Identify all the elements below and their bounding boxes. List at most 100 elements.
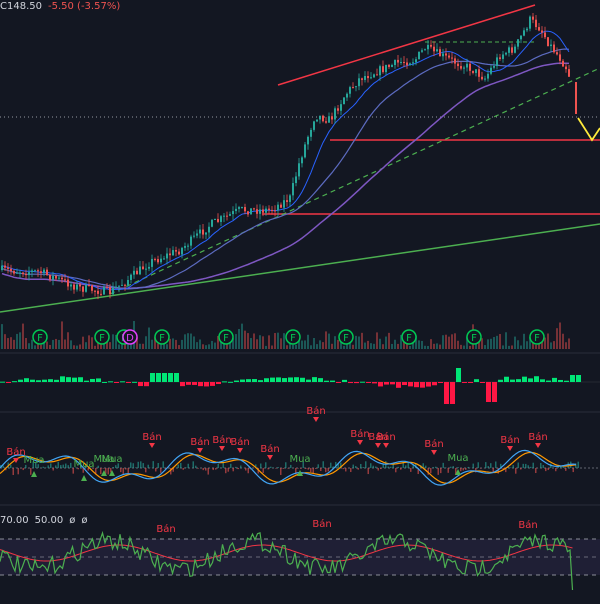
candle-body (91, 285, 93, 290)
osc-buy-signal-label: Mua (447, 453, 468, 464)
macd-histogram-bar (408, 382, 413, 386)
event-marker-label: F (343, 333, 349, 344)
candle-body (217, 219, 219, 222)
osc-histogram-bar (113, 467, 115, 468)
macd-histogram-bar (438, 382, 443, 383)
osc-histogram-bar (265, 462, 267, 468)
chart-root[interactable]: FFFDFFFFFFF BánBánBánBánBánBánBánBánBánB… (0, 0, 600, 600)
osc-histogram-bar (100, 468, 102, 474)
candle-body (575, 82, 577, 114)
osc-histogram-bar (240, 466, 242, 468)
volume-bar (55, 339, 57, 349)
osc-histogram-bar (103, 468, 105, 469)
macd-histogram-bar (156, 373, 161, 382)
macd-histogram-bar (138, 382, 143, 386)
macd-histogram-bar (174, 373, 179, 382)
macd-histogram-bar (186, 382, 191, 385)
osc-histogram-bar (518, 463, 520, 468)
last-price-label: C148.50 (0, 1, 42, 12)
candle-body (337, 108, 339, 110)
candle-body (379, 66, 381, 75)
candle-body (136, 271, 138, 275)
osc-histogram-bar (23, 468, 25, 470)
candle-body (502, 55, 504, 59)
volume-bar (355, 336, 357, 349)
macd-histogram-bar (414, 382, 419, 387)
candle-body (499, 57, 501, 59)
osc-histogram-bar (235, 467, 237, 468)
volume-bar (271, 346, 273, 349)
osc-histogram-bar (395, 468, 397, 472)
candle-body (478, 69, 480, 77)
macd-histogram-bar (390, 382, 395, 384)
osc-histogram-bar (10, 465, 12, 468)
volume-bar (490, 339, 492, 349)
rsi-empty-value-1: ø (69, 515, 75, 526)
candle-body (28, 272, 30, 275)
candle-body (265, 209, 267, 213)
osc-histogram-bar (48, 465, 50, 468)
osc-histogram-bar (563, 467, 565, 468)
volume-bar (295, 345, 297, 349)
chart-canvas[interactable]: FFFDFFFFFFF BánBánBánBánBánBánBánBánBánB… (0, 0, 600, 600)
candle-body (214, 219, 216, 220)
macd-histogram-bar (30, 380, 35, 382)
candle-body (106, 287, 108, 288)
volume-bar (511, 345, 513, 349)
osc-histogram-bar (330, 463, 332, 468)
volume-bar (13, 340, 15, 349)
rsi-sell-signal-label: Bán (312, 518, 331, 530)
candle-body (454, 58, 456, 63)
candle-body (367, 76, 369, 78)
macd-histogram-bar (108, 381, 113, 382)
macd-histogram-bar (348, 382, 353, 383)
osc-histogram-bar (373, 466, 375, 468)
volume-bar (139, 344, 141, 349)
osc-histogram-bar (440, 468, 442, 473)
osc-histogram-bar (133, 463, 135, 468)
candle-body (409, 63, 411, 65)
osc-histogram-bar (115, 465, 117, 468)
osc-histogram-bar (30, 468, 32, 475)
volume-bar (568, 338, 570, 349)
volume-bar (553, 341, 555, 349)
volume-bar (535, 345, 537, 349)
osc-buy-signal-label: Mua (289, 454, 310, 465)
volume-bar (469, 346, 471, 349)
macd-histogram-bar (222, 381, 227, 382)
volume-bar (268, 335, 270, 349)
volume-bar (235, 334, 237, 349)
osc-histogram-bar (193, 461, 195, 468)
candle-body (412, 62, 414, 63)
volume-bar (463, 346, 465, 349)
osc-histogram-bar (283, 468, 285, 469)
osc-histogram-bar (360, 464, 362, 468)
volume-bar (4, 334, 6, 349)
candle-body (373, 74, 375, 77)
candle-body (55, 276, 57, 279)
candle-body (523, 30, 525, 35)
volume-bar (64, 340, 66, 349)
candle-body (241, 207, 243, 208)
candle-body (34, 270, 36, 271)
candle-body (94, 291, 96, 292)
volume-bar (70, 340, 72, 349)
candle-body (316, 119, 318, 121)
rsi-lower-level-label: 50.00 (35, 515, 64, 526)
volume-bar (49, 345, 51, 349)
candle-body (139, 266, 141, 274)
event-marker-label: F (290, 333, 296, 344)
candle-body (211, 220, 213, 227)
volume-bar (7, 338, 9, 349)
candle-body (481, 77, 483, 79)
volume-bar (328, 334, 330, 349)
osc-histogram-bar (238, 468, 240, 469)
candle-body (85, 285, 87, 292)
macd-histogram-bar (480, 382, 485, 383)
candle-body (433, 47, 435, 52)
osc-histogram-bar (480, 468, 482, 469)
candle-body (61, 278, 63, 280)
candle-body (232, 211, 234, 214)
volume-bar (358, 336, 360, 349)
volume-bar (421, 341, 423, 349)
